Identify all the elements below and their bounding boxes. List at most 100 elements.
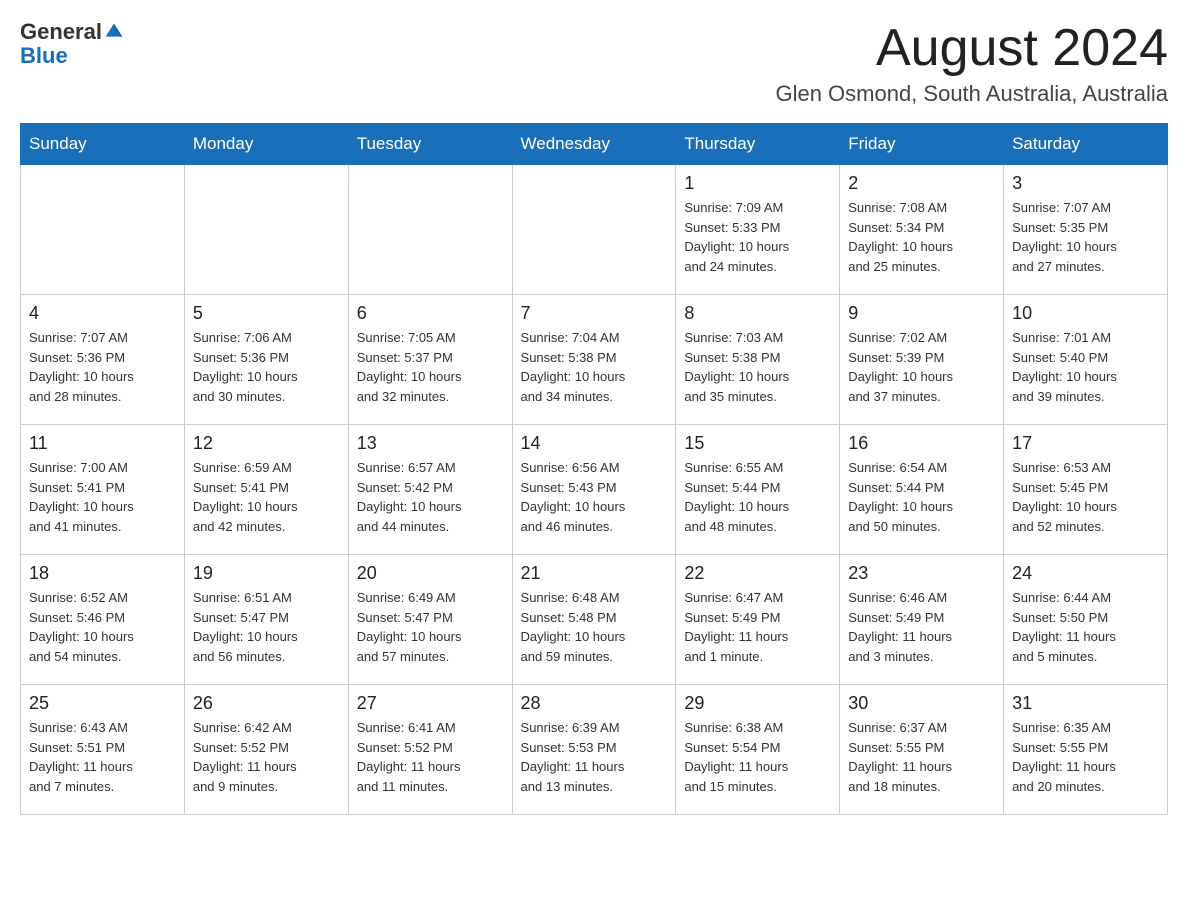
calendar-cell: 22Sunrise: 6:47 AM Sunset: 5:49 PM Dayli… <box>676 555 840 685</box>
weekday-header-thursday: Thursday <box>676 124 840 165</box>
day-info: Sunrise: 6:47 AM Sunset: 5:49 PM Dayligh… <box>684 588 831 666</box>
calendar-cell <box>184 165 348 295</box>
calendar-cell: 23 Sunrise: 6:46 AM Sunset: 5:49 PM Dayli… <box>840 555 1004 685</box>
day-info: Sunrise: 6:39 AM Sunset: 5:53 PM Dayligh… <box>521 718 668 796</box>
day-info: Sunrise: 6:41 AM Sunset: 5:52 PM Dayligh… <box>357 718 504 796</box>
calendar-cell: 25 Sunrise: 6:43 AM Sunset: 5:51 PM Dayli… <box>21 685 185 815</box>
calendar-cell: 26Sunrise: 6:42 AM Sunset: 5:52 PM Dayli… <box>184 685 348 815</box>
day-number: 17 <box>1012 433 1159 454</box>
day-info: Sunrise: 6:56 AM Sunset: 5:43 PM Dayligh… <box>521 458 668 536</box>
calendar-cell: 17Sunrise: 6:53 AM Sunset: 5:45 PM Dayli… <box>1004 425 1168 555</box>
calendar-cell: 14 Sunrise: 6:56 AM Sunset: 5:43 PM Dayli… <box>512 425 676 555</box>
calendar-cell: 19 Sunrise: 6:51 AM Sunset: 5:47 PM Dayli… <box>184 555 348 685</box>
calendar-week-1: 1Sunrise: 7:09 AM Sunset: 5:33 PM Daylig… <box>21 165 1168 295</box>
day-info: Sunrise: 6:51 AM Sunset: 5:47 PM Dayligh… <box>193 588 340 666</box>
weekday-header-tuesday: Tuesday <box>348 124 512 165</box>
calendar-cell <box>348 165 512 295</box>
day-number: 9 <box>848 303 995 324</box>
calendar-table: SundayMondayTuesdayWednesdayThursdayFrid… <box>20 123 1168 815</box>
day-number: 19 <box>193 563 340 584</box>
day-info: Sunrise: 7:08 AM Sunset: 5:34 PM Dayligh… <box>848 198 995 276</box>
day-number: 2 <box>848 173 995 194</box>
day-info: Sunrise: 7:06 AM Sunset: 5:36 PM Dayligh… <box>193 328 340 406</box>
weekday-header-saturday: Saturday <box>1004 124 1168 165</box>
calendar-cell: 13Sunrise: 6:57 AM Sunset: 5:42 PM Dayli… <box>348 425 512 555</box>
day-info: Sunrise: 7:02 AM Sunset: 5:39 PM Dayligh… <box>848 328 995 406</box>
day-number: 3 <box>1012 173 1159 194</box>
calendar-cell: 24Sunrise: 6:44 AM Sunset: 5:50 PM Dayli… <box>1004 555 1168 685</box>
day-info: Sunrise: 6:55 AM Sunset: 5:44 PM Dayligh… <box>684 458 831 536</box>
day-number: 15 <box>684 433 831 454</box>
calendar-cell: 31Sunrise: 6:35 AM Sunset: 5:55 PM Dayli… <box>1004 685 1168 815</box>
calendar-cell: 3 Sunrise: 7:07 AM Sunset: 5:35 PM Daylig… <box>1004 165 1168 295</box>
day-info: Sunrise: 7:01 AM Sunset: 5:40 PM Dayligh… <box>1012 328 1159 406</box>
logo-icon <box>104 20 124 40</box>
weekday-header-friday: Friday <box>840 124 1004 165</box>
day-number: 16 <box>848 433 995 454</box>
day-number: 28 <box>521 693 668 714</box>
day-info: Sunrise: 7:03 AM Sunset: 5:38 PM Dayligh… <box>684 328 831 406</box>
day-info: Sunrise: 7:07 AM Sunset: 5:35 PM Dayligh… <box>1012 198 1159 276</box>
calendar-cell: 12 Sunrise: 6:59 AM Sunset: 5:41 PM Dayli… <box>184 425 348 555</box>
day-info: Sunrise: 7:04 AM Sunset: 5:38 PM Dayligh… <box>521 328 668 406</box>
day-number: 10 <box>1012 303 1159 324</box>
day-number: 21 <box>521 563 668 584</box>
day-info: Sunrise: 6:48 AM Sunset: 5:48 PM Dayligh… <box>521 588 668 666</box>
day-number: 5 <box>193 303 340 324</box>
day-number: 6 <box>357 303 504 324</box>
calendar-week-4: 18Sunrise: 6:52 AM Sunset: 5:46 PM Dayli… <box>21 555 1168 685</box>
logo: General Blue <box>20 20 124 68</box>
day-info: Sunrise: 7:00 AM Sunset: 5:41 PM Dayligh… <box>29 458 176 536</box>
day-info: Sunrise: 6:37 AM Sunset: 5:55 PM Dayligh… <box>848 718 995 796</box>
day-number: 11 <box>29 433 176 454</box>
day-number: 20 <box>357 563 504 584</box>
calendar-cell: 18Sunrise: 6:52 AM Sunset: 5:46 PM Dayli… <box>21 555 185 685</box>
day-number: 27 <box>357 693 504 714</box>
day-info: Sunrise: 6:49 AM Sunset: 5:47 PM Dayligh… <box>357 588 504 666</box>
calendar-cell: 30 Sunrise: 6:37 AM Sunset: 5:55 PM Dayli… <box>840 685 1004 815</box>
calendar-cell: 16 Sunrise: 6:54 AM Sunset: 5:44 PM Dayli… <box>840 425 1004 555</box>
month-title: August 2024 <box>775 20 1168 77</box>
calendar-cell: 29Sunrise: 6:38 AM Sunset: 5:54 PM Dayli… <box>676 685 840 815</box>
calendar-cell: 6Sunrise: 7:05 AM Sunset: 5:37 PM Daylig… <box>348 295 512 425</box>
calendar-cell: 7Sunrise: 7:04 AM Sunset: 5:38 PM Daylig… <box>512 295 676 425</box>
calendar-week-5: 25 Sunrise: 6:43 AM Sunset: 5:51 PM Dayli… <box>21 685 1168 815</box>
day-info: Sunrise: 6:46 AM Sunset: 5:49 PM Dayligh… <box>848 588 995 666</box>
calendar-cell: 4 Sunrise: 7:07 AM Sunset: 5:36 PM Daylig… <box>21 295 185 425</box>
day-number: 26 <box>193 693 340 714</box>
weekday-header-wednesday: Wednesday <box>512 124 676 165</box>
day-info: Sunrise: 6:59 AM Sunset: 5:41 PM Dayligh… <box>193 458 340 536</box>
day-number: 30 <box>848 693 995 714</box>
weekday-header-monday: Monday <box>184 124 348 165</box>
calendar-cell: 5 Sunrise: 7:06 AM Sunset: 5:36 PM Daylig… <box>184 295 348 425</box>
calendar-cell: 2 Sunrise: 7:08 AM Sunset: 5:34 PM Daylig… <box>840 165 1004 295</box>
day-number: 8 <box>684 303 831 324</box>
day-number: 29 <box>684 693 831 714</box>
calendar-cell: 8 Sunrise: 7:03 AM Sunset: 5:38 PM Daylig… <box>676 295 840 425</box>
day-number: 1 <box>684 173 831 194</box>
calendar-cell: 10 Sunrise: 7:01 AM Sunset: 5:40 PM Dayli… <box>1004 295 1168 425</box>
calendar-cell: 1Sunrise: 7:09 AM Sunset: 5:33 PM Daylig… <box>676 165 840 295</box>
day-info: Sunrise: 6:54 AM Sunset: 5:44 PM Dayligh… <box>848 458 995 536</box>
logo-general-text: General <box>20 20 102 44</box>
day-number: 23 <box>848 563 995 584</box>
day-number: 14 <box>521 433 668 454</box>
day-info: Sunrise: 7:07 AM Sunset: 5:36 PM Dayligh… <box>29 328 176 406</box>
day-number: 25 <box>29 693 176 714</box>
weekday-header-sunday: Sunday <box>21 124 185 165</box>
day-info: Sunrise: 6:44 AM Sunset: 5:50 PM Dayligh… <box>1012 588 1159 666</box>
day-number: 18 <box>29 563 176 584</box>
calendar-cell: 20 Sunrise: 6:49 AM Sunset: 5:47 PM Dayli… <box>348 555 512 685</box>
page-header: General Blue August 2024 Glen Osmond, So… <box>20 20 1168 107</box>
day-info: Sunrise: 6:35 AM Sunset: 5:55 PM Dayligh… <box>1012 718 1159 796</box>
calendar-cell: 11 Sunrise: 7:00 AM Sunset: 5:41 PM Dayli… <box>21 425 185 555</box>
calendar-cell <box>512 165 676 295</box>
location-title: Glen Osmond, South Australia, Australia <box>775 81 1168 107</box>
day-number: 4 <box>29 303 176 324</box>
calendar-week-3: 11 Sunrise: 7:00 AM Sunset: 5:41 PM Dayli… <box>21 425 1168 555</box>
title-section: August 2024 Glen Osmond, South Australia… <box>775 20 1168 107</box>
calendar-cell: 21 Sunrise: 6:48 AM Sunset: 5:48 PM Dayli… <box>512 555 676 685</box>
day-number: 12 <box>193 433 340 454</box>
day-info: Sunrise: 6:43 AM Sunset: 5:51 PM Dayligh… <box>29 718 176 796</box>
calendar-cell: 9 Sunrise: 7:02 AM Sunset: 5:39 PM Daylig… <box>840 295 1004 425</box>
